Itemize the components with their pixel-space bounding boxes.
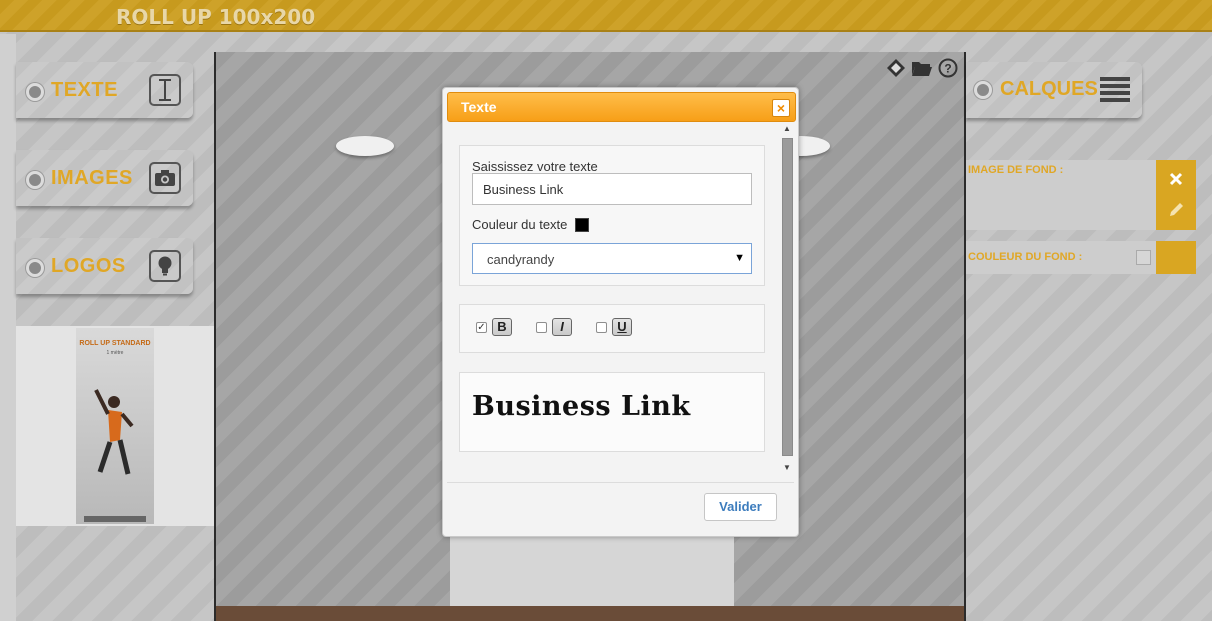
dropdown-arrow-icon: ▼ xyxy=(734,252,745,264)
pencil-icon[interactable] xyxy=(1167,201,1185,219)
couleur-fond-checkbox[interactable] xyxy=(1136,250,1151,265)
tool-texte-label: TEXTE xyxy=(51,79,118,101)
lightbulb-icon[interactable] xyxy=(149,250,181,282)
tool-logos-label: LOGOS xyxy=(51,255,126,277)
left-tools-panel: TEXTE IMAGES LOGOS ROLL UP STANDARD 1 mè… xyxy=(16,34,214,621)
tool-texte[interactable]: TEXTE xyxy=(16,62,193,118)
scroll-thumb[interactable] xyxy=(782,138,793,456)
canvas-floor xyxy=(216,606,964,621)
scroll-up-icon[interactable]: ▲ xyxy=(783,124,791,133)
radio-dot-icon xyxy=(26,171,44,189)
italic-button[interactable]: I xyxy=(552,318,572,336)
footer-divider xyxy=(447,482,794,483)
tool-images-label: IMAGES xyxy=(51,167,133,189)
text-color-swatch[interactable] xyxy=(575,218,589,232)
app-title: ROLL UP 100x200 xyxy=(116,5,316,29)
close-icon[interactable] xyxy=(1168,171,1184,187)
text-preview: Business Link xyxy=(472,391,691,422)
image-fond-actions xyxy=(1156,160,1196,230)
layers-list-icon[interactable] xyxy=(1100,77,1130,103)
dancer-figure-icon xyxy=(94,389,134,475)
top-bar: ROLL UP 100x200 xyxy=(0,0,1212,32)
italic-checkbox[interactable] xyxy=(536,322,547,333)
calques-label: CALQUES xyxy=(1000,78,1098,100)
thumbnail-title: ROLL UP STANDARD xyxy=(79,340,151,347)
calques-tab[interactable]: CALQUES xyxy=(966,62,1142,118)
left-edge-strip xyxy=(0,34,16,621)
help-icon[interactable]: ? xyxy=(937,57,959,79)
font-select-value: candyrandy xyxy=(487,252,555,267)
dialog-scrollbar[interactable]: ▲ ▼ xyxy=(780,122,795,474)
canvas-toolbar: ? xyxy=(885,57,959,79)
text-color-label: Couleur du texte xyxy=(472,217,568,232)
image-fond-label: IMAGE DE FOND : xyxy=(968,164,1064,176)
tool-images[interactable]: IMAGES xyxy=(16,150,193,206)
template-thumbnail[interactable]: ROLL UP STANDARD 1 mètre xyxy=(16,326,214,526)
radio-dot-icon xyxy=(974,81,992,99)
text-input[interactable]: Business Link xyxy=(472,173,752,205)
valider-button[interactable]: Valider xyxy=(704,493,777,521)
rollup-banner-image: ROLL UP STANDARD 1 mètre xyxy=(76,328,154,524)
underline-checkbox[interactable] xyxy=(596,322,607,333)
texte-dialog: Texte × Saississez votre texte Business … xyxy=(442,87,799,537)
close-icon[interactable]: × xyxy=(772,99,790,117)
tool-logos[interactable]: LOGOS xyxy=(16,238,193,294)
folder-icon[interactable] xyxy=(911,57,933,79)
camera-icon[interactable] xyxy=(149,162,181,194)
couleur-fond-row: COULEUR DU FOND : xyxy=(966,241,1196,274)
couleur-fond-label: COULEUR DU FOND : xyxy=(968,251,1083,263)
right-panel: CALQUES IMAGE DE FOND : COULEUR DU FOND … xyxy=(966,34,1212,621)
underline-button[interactable]: U xyxy=(612,318,632,336)
couleur-fond-swatch[interactable] xyxy=(1156,241,1196,274)
thumbnail-subtitle: 1 mètre xyxy=(106,350,124,356)
image-fond-row: IMAGE DE FOND : xyxy=(966,160,1196,230)
scroll-down-icon[interactable]: ▼ xyxy=(783,463,791,472)
radio-dot-icon xyxy=(26,259,44,277)
ceiling-lamp xyxy=(336,136,394,156)
text-settings-box: Saississez votre texte Business Link Cou… xyxy=(459,145,765,286)
font-select[interactable]: candyrandy ▼ xyxy=(472,243,752,274)
text-prompt-label: Saississez votre texte xyxy=(472,159,598,174)
style-options-box: ✓ B I U xyxy=(459,304,765,353)
bold-checkbox[interactable]: ✓ xyxy=(476,322,487,333)
layers-edit-icon[interactable] xyxy=(885,57,907,79)
radio-dot-icon xyxy=(26,83,44,101)
preview-box: Business Link xyxy=(459,372,765,452)
svg-text:?: ? xyxy=(944,62,951,76)
bold-button[interactable]: B xyxy=(492,318,512,336)
text-cursor-icon[interactable] xyxy=(149,74,181,106)
dialog-title: Texte xyxy=(461,99,497,115)
dialog-header[interactable]: Texte × xyxy=(447,92,796,122)
banner-base xyxy=(84,516,146,522)
